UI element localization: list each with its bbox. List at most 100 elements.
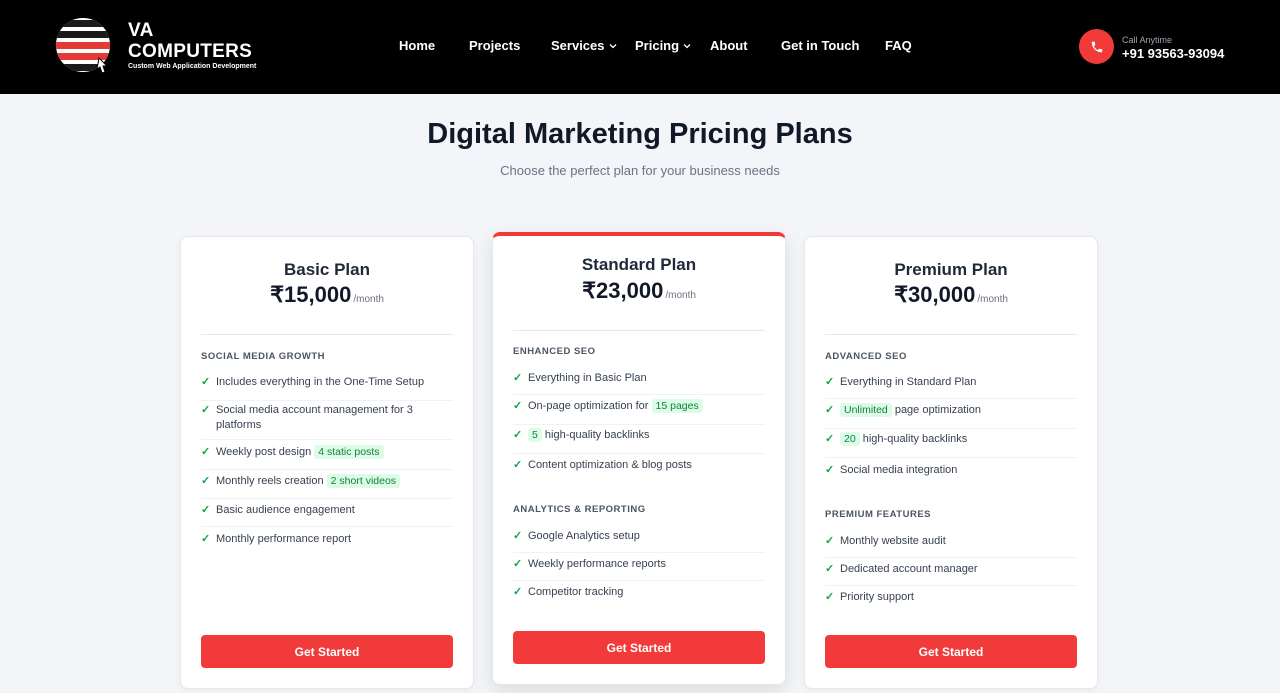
price-amount: ₹23,000 — [582, 278, 664, 303]
check-icon: ✓ — [513, 586, 523, 598]
check-icon: ✓ — [513, 558, 523, 570]
feature-item: ✓ Social media integration — [825, 463, 1077, 487]
nav-get-in-touch[interactable]: Get in Touch — [781, 38, 859, 53]
check-icon: ✓ — [825, 591, 835, 603]
check-icon: ✓ — [201, 504, 211, 516]
check-icon: ✓ — [825, 563, 835, 575]
nav-label: FAQ — [885, 38, 912, 53]
get-started-button[interactable]: Get Started — [513, 631, 765, 664]
page-title: Digital Marketing Pricing Plans — [427, 118, 853, 150]
feature-highlight: 15 pages — [651, 399, 703, 413]
check-icon: ✓ — [201, 376, 211, 388]
brand-logo[interactable]: VA COMPUTERS Custom Web Application Deve… — [55, 16, 257, 76]
feature-highlight: Unlimited — [840, 403, 892, 417]
feature-text: high-quality backlinks — [859, 433, 968, 445]
check-icon: ✓ — [825, 535, 835, 547]
check-icon: ✓ — [825, 464, 835, 476]
price-unit: /month — [977, 294, 1008, 305]
call-label: Call Anytime — [1122, 35, 1173, 45]
call-button[interactable] — [1079, 29, 1114, 64]
check-icon: ✓ — [513, 429, 523, 441]
plan-name: Basic Plan — [284, 260, 370, 279]
feature-item: ✓ Google Analytics setup — [513, 529, 765, 553]
feature-item: ✓ Unlimited page optimization — [825, 403, 1077, 429]
check-icon: ✓ — [513, 400, 523, 412]
get-started-button[interactable]: Get Started — [825, 635, 1077, 668]
plan-price: ₹23,000/month — [493, 278, 785, 304]
feature-text: Everything in Standard Plan — [840, 376, 977, 388]
section-heading: ADVANCED SEO — [825, 351, 907, 362]
nav-projects[interactable]: Projects — [469, 38, 520, 53]
section-heading: SOCIAL MEDIA GROWTH — [201, 351, 326, 362]
plan-price: ₹30,000/month — [805, 282, 1097, 308]
brand-name: VA COMPUTERS — [128, 20, 253, 62]
nav-label: About — [710, 38, 748, 53]
feature-text: Competitor tracking — [528, 586, 624, 598]
check-icon: ✓ — [825, 404, 835, 416]
check-icon: ✓ — [513, 459, 523, 471]
check-icon: ✓ — [513, 530, 523, 542]
phone-number[interactable]: +91 93563-93094 — [1122, 46, 1224, 61]
nav-label: Services — [551, 38, 605, 53]
chevron-down-icon — [609, 43, 616, 48]
feature-item: ✓ 5 high-quality backlinks — [513, 428, 765, 454]
check-icon: ✓ — [201, 533, 211, 545]
nav-home[interactable]: Home — [399, 38, 435, 53]
feature-text: Monthly reels creation — [216, 475, 327, 487]
globe-logo-icon — [56, 18, 110, 74]
feature-text: Social media account management for 3 pl… — [216, 404, 413, 431]
plan-price: ₹15,000/month — [181, 282, 473, 308]
check-icon: ✓ — [201, 446, 211, 458]
feature-item: ✓ Includes everything in the One-Time Set… — [201, 375, 453, 401]
feature-item: ✓ Monthly website audit — [825, 534, 1077, 558]
phone-icon — [1091, 41, 1102, 52]
feature-text: Monthly performance report — [216, 533, 352, 545]
price-unit: /month — [665, 290, 696, 301]
feature-text: Monthly website audit — [840, 535, 946, 547]
feature-highlight: 4 static posts — [314, 445, 384, 459]
price-amount: ₹30,000 — [894, 282, 976, 307]
nav-pricing[interactable]: Pricing — [635, 38, 691, 53]
feature-item: ✓ Everything in Basic Plan — [513, 371, 765, 395]
nav-about[interactable]: About — [710, 38, 748, 53]
feature-item: ✓ Dedicated account manager — [825, 562, 1077, 586]
feature-item: ✓ Monthly performance report — [201, 532, 453, 556]
feature-text: Weekly performance reports — [528, 558, 666, 570]
feature-highlight: 2 short videos — [326, 474, 401, 488]
nav-services[interactable]: Services — [551, 38, 617, 53]
feature-highlight: 5 — [528, 428, 542, 442]
nav-label: Pricing — [635, 38, 680, 53]
page-subtitle: Choose the perfect plan for your busines… — [500, 163, 780, 178]
section-heading: ANALYTICS & REPORTING — [513, 504, 646, 515]
feature-item: ✓ On-page optimization for 15 pages — [513, 399, 765, 425]
feature-item: ✓ Basic audience engagement — [201, 503, 453, 527]
nav-label: Projects — [469, 38, 521, 53]
feature-item: ✓ Monthly reels creation 2 short videos — [201, 474, 453, 499]
price-unit: /month — [353, 294, 384, 305]
divider — [201, 334, 453, 335]
feature-text: Everything in Basic Plan — [528, 372, 647, 384]
feature-text: Social media integration — [840, 464, 958, 476]
check-icon: ✓ — [513, 372, 523, 384]
section-heading: PREMIUM FEATURES — [825, 509, 931, 520]
feature-text: Priority support — [840, 591, 914, 603]
check-icon: ✓ — [201, 404, 211, 416]
feature-text: Basic audience engagement — [216, 504, 355, 516]
section-heading: ENHANCED SEO — [513, 346, 596, 357]
plan-name: Premium Plan — [894, 260, 1008, 279]
feature-item: ✓ Social media account management for 3 p… — [201, 403, 453, 440]
feature-text: Includes everything in the One-Time Setu… — [216, 376, 425, 388]
plan-card-premium: Premium Plan ₹30,000/month ADVANCED SEO … — [804, 236, 1098, 689]
plan-card-standard: Standard Plan ₹23,000/month ENHANCED SEO… — [492, 232, 786, 685]
feature-text: Content optimization & blog posts — [528, 459, 692, 471]
navbar: VA COMPUTERS Custom Web Application Deve… — [0, 0, 1280, 94]
feature-text: page optimization — [891, 404, 982, 416]
price-amount: ₹15,000 — [270, 282, 352, 307]
feature-item: ✓ Content optimization & blog posts — [513, 458, 765, 482]
feature-item: ✓ Competitor tracking — [513, 585, 765, 609]
get-started-button[interactable]: Get Started — [201, 635, 453, 668]
divider — [825, 334, 1077, 335]
nav-faq[interactable]: FAQ — [885, 38, 912, 53]
feature-text: Google Analytics setup — [528, 530, 640, 542]
brand-tagline: Custom Web Application Development — [128, 63, 257, 70]
